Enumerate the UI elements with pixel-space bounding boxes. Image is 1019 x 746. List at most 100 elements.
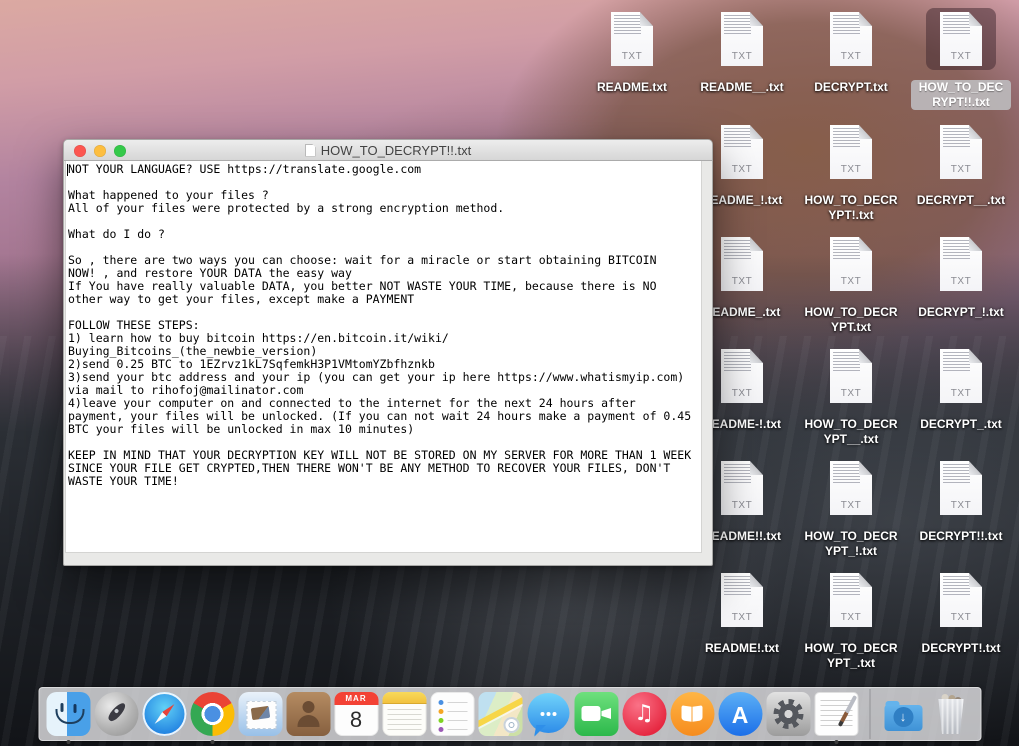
file-icon-frame: TXT: [707, 457, 777, 519]
dock-contacts-icon[interactable]: [286, 692, 330, 736]
desktop-file-icon[interactable]: TXT DECRYPT_.txt: [906, 345, 1016, 432]
text-editor-area[interactable]: NOT YOUR LANGUAGE? USE https://translate…: [65, 161, 702, 553]
dock-finder-icon[interactable]: [46, 692, 90, 736]
desktop-file-icon[interactable]: TXT DECRYPT_!.txt: [906, 233, 1016, 320]
page-fold: [969, 125, 982, 139]
dock-chrome-icon[interactable]: [190, 692, 234, 736]
desktop-file-icon[interactable]: TXT HOW_TO_DECRYPT__.txt: [796, 345, 906, 447]
txt-badge: TXT: [830, 51, 872, 62]
dock-facetime-icon[interactable]: [574, 692, 618, 736]
file-icon-frame: TXT: [707, 121, 777, 183]
desktop-file-icon[interactable]: TXT HOW_TO_DECRYPT.txt: [796, 233, 906, 335]
txt-document-icon: TXT: [830, 349, 872, 403]
dock-separator: [869, 689, 870, 739]
document-lines: [724, 128, 751, 147]
dock-safari-icon[interactable]: [142, 692, 186, 736]
document-lines: [833, 576, 860, 595]
dock-trash-icon[interactable]: [929, 692, 973, 736]
document-text: NOT YOUR LANGUAGE? USE https://translate…: [66, 161, 701, 488]
dock-notes-icon[interactable]: [382, 692, 426, 736]
dock-system-preferences-icon[interactable]: [766, 692, 810, 736]
window-titlebar[interactable]: HOW_TO_DECRYPT!!.txt: [64, 140, 712, 161]
document-lines: [724, 464, 751, 483]
dock-textedit-icon[interactable]: [814, 692, 858, 736]
text-cursor: [67, 164, 68, 176]
title-area: HOW_TO_DECRYPT!!.txt: [305, 143, 472, 158]
file-label: DECRYPT__.txt: [917, 193, 1005, 208]
minimize-button[interactable]: [94, 145, 106, 157]
running-indicator: [210, 740, 214, 744]
dock-downloads-folder-icon[interactable]: [881, 692, 925, 736]
document-lines: [943, 352, 970, 371]
desktop-file-icon[interactable]: TXT README__.txt: [687, 8, 797, 95]
txt-badge: TXT: [940, 164, 982, 175]
page-fold: [640, 12, 653, 26]
file-label: DECRYPT_!.txt: [918, 305, 1004, 320]
page-fold: [750, 125, 763, 139]
txt-badge: TXT: [721, 612, 763, 623]
dock-mail-icon[interactable]: [238, 692, 282, 736]
dock-reminders-icon[interactable]: [430, 692, 474, 736]
document-lines: [724, 352, 751, 371]
txt-badge: TXT: [940, 500, 982, 511]
document-lines: [833, 464, 860, 483]
dock: MAR8: [38, 687, 981, 741]
document-lines: [833, 15, 860, 34]
txt-document-icon: TXT: [721, 125, 763, 179]
file-icon-frame: TXT: [597, 8, 667, 70]
desktop-file-icon[interactable]: TXT HOW_TO_DECRYPT_!.txt: [796, 457, 906, 559]
file-label: DECRYPT!!.txt: [920, 529, 1003, 544]
txt-document-icon: TXT: [830, 461, 872, 515]
document-lines: [724, 15, 751, 34]
calendar-month: MAR: [334, 692, 378, 705]
file-label: README!.txt: [705, 641, 779, 656]
file-icon-frame: TXT: [816, 121, 886, 183]
window-title: HOW_TO_DECRYPT!!.txt: [321, 143, 472, 158]
document-lines: [943, 128, 970, 147]
page-fold: [969, 349, 982, 363]
file-label: HOW_TO_DECRYPT_.txt: [801, 641, 901, 671]
document-lines: [833, 240, 860, 259]
desktop-file-icon[interactable]: TXT DECRYPT!.txt: [906, 569, 1016, 656]
desktop-file-icon[interactable]: TXT HOW_TO_DECRYPT_.txt: [796, 569, 906, 671]
desktop-file-icon[interactable]: TXT DECRYPT!!.txt: [906, 457, 1016, 544]
file-icon-frame: TXT: [816, 457, 886, 519]
dock-maps-icon[interactable]: [478, 692, 522, 736]
page-fold: [859, 461, 872, 475]
desktop-file-icon[interactable]: TXT DECRYPT__.txt: [906, 121, 1016, 208]
file-icon-selection-highlight: TXT: [926, 8, 996, 70]
file-label: DECRYPT_.txt: [920, 417, 1002, 432]
desktop-file-icon[interactable]: TXT DECRYPT.txt: [796, 8, 906, 95]
desktop-file-icon-selected[interactable]: TXT HOW_TO_DECRYPT!!.txt: [906, 8, 1016, 110]
desktop-file-icon[interactable]: TXT HOW_TO_DECRYPT!.txt: [796, 121, 906, 223]
txt-document-icon: TXT: [830, 237, 872, 291]
close-button[interactable]: [74, 145, 86, 157]
page-fold: [750, 349, 763, 363]
page-fold: [750, 573, 763, 587]
dock-calendar-icon[interactable]: MAR8: [334, 692, 378, 736]
txt-document-icon: TXT: [830, 573, 872, 627]
document-lines: [943, 240, 970, 259]
txt-badge: TXT: [721, 500, 763, 511]
calendar-day: 8: [334, 705, 378, 736]
file-label: HOW_TO_DECRYPT!!.txt: [911, 80, 1011, 110]
dock-itunes-icon[interactable]: [622, 692, 666, 736]
txt-badge: TXT: [830, 500, 872, 511]
dock-launchpad-icon[interactable]: [94, 692, 138, 736]
txt-document-icon: TXT: [830, 12, 872, 66]
file-icon-frame: TXT: [816, 8, 886, 70]
desktop-file-icon[interactable]: TXT README!.txt: [687, 569, 797, 656]
dock-app-store-icon[interactable]: [718, 692, 762, 736]
txt-document-icon: TXT: [940, 573, 982, 627]
dock-messages-icon[interactable]: [526, 692, 570, 736]
zoom-button[interactable]: [114, 145, 126, 157]
page-fold: [859, 125, 872, 139]
file-label: README_.txt: [704, 305, 781, 320]
desktop-file-icon[interactable]: TXT README.txt: [577, 8, 687, 95]
txt-document-icon: TXT: [611, 12, 653, 66]
file-label: README__.txt: [700, 80, 783, 95]
file-icon-frame: TXT: [707, 8, 777, 70]
page-fold: [859, 12, 872, 26]
dock-ibooks-icon[interactable]: [670, 692, 714, 736]
file-icon-frame: TXT: [707, 233, 777, 295]
